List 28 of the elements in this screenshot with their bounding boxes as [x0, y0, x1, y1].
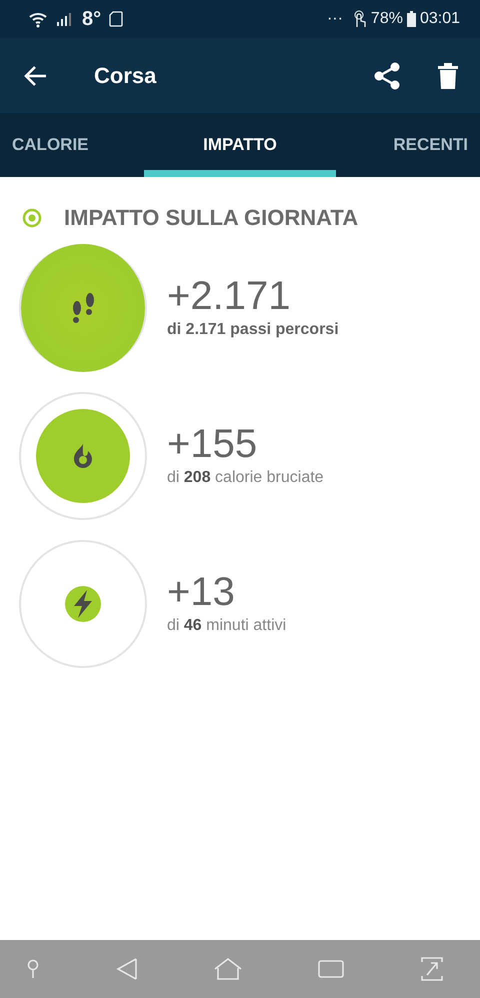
recent-apps-icon[interactable]	[318, 959, 344, 979]
wifi-icon	[28, 10, 48, 28]
share-icon[interactable]	[374, 62, 400, 90]
battery-percent: 78%	[370, 9, 403, 29]
temperature-text: 8°	[82, 7, 102, 32]
expand-icon[interactable]	[420, 956, 444, 982]
back-arrow-icon[interactable]	[24, 64, 48, 86]
metric-value: +2.171	[167, 274, 292, 318]
home-icon[interactable]	[214, 958, 242, 980]
trash-icon[interactable]	[438, 62, 458, 88]
section-title: IMPATTO SULLA GIORNATA	[64, 204, 358, 232]
sd-card-icon	[109, 11, 124, 27]
metric-caption: di 2.171 passi percorsi	[167, 320, 339, 340]
target-icon	[22, 208, 42, 228]
tab[interactable]: IMPATTO	[144, 113, 336, 177]
screen-title: Corsa	[94, 62, 156, 90]
signal-icon	[56, 12, 74, 26]
tab[interactable]: CALORIE	[0, 113, 144, 177]
back-icon[interactable]	[116, 957, 138, 981]
metric-value: +155	[167, 422, 258, 466]
metric-caption: di 208 calorie bruciate	[167, 468, 324, 488]
metric-caption: di 46 minuti attivi	[167, 616, 286, 636]
battery-icon	[406, 11, 416, 27]
clock-time: 03:01	[420, 9, 460, 29]
metric-value: +13	[167, 570, 236, 614]
pin-icon[interactable]	[26, 959, 40, 979]
more-dots: ···	[326, 9, 343, 29]
tab[interactable]: RECENTI	[336, 113, 480, 177]
